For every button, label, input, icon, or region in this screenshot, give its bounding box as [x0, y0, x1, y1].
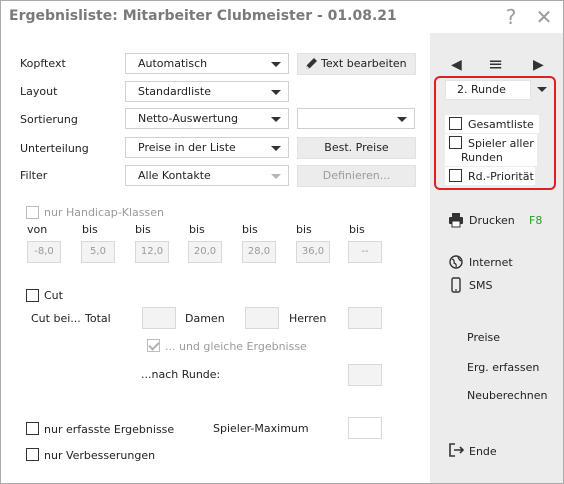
globe-icon	[449, 255, 463, 269]
nach-runde-field[interactable]	[348, 364, 382, 386]
best-preise-button[interactable]: Best. Preise	[297, 137, 416, 159]
cut-damen-field[interactable]	[245, 307, 279, 329]
close-button[interactable]: ✕	[531, 4, 557, 30]
hcp-header: von	[27, 223, 48, 236]
gleiche-ergebnisse-label: ... und gleiche Ergebnisse	[165, 340, 307, 353]
spieler-aller-label: Spieler aller	[468, 137, 534, 150]
pencil-icon	[306, 58, 317, 69]
cut-damen-label: Damen	[185, 312, 225, 325]
mobile-phone-icon	[451, 277, 461, 293]
spieler-maximum-label: Spieler-Maximum	[213, 422, 309, 435]
runde-value: 2. Runde	[457, 83, 506, 96]
hcp-header: bis	[242, 223, 258, 236]
neuberechnen-button[interactable]: Neuberechnen	[467, 389, 548, 402]
layout-label: Layout	[20, 85, 58, 98]
cut-checkbox[interactable]	[26, 289, 39, 302]
drucken-button[interactable]: Drucken	[469, 214, 515, 227]
menu-icon[interactable]: ≡	[488, 54, 503, 75]
chevron-down-icon	[271, 117, 281, 122]
preise-button[interactable]: Preise	[467, 331, 500, 344]
kopftext-label: Kopftext	[20, 57, 66, 70]
nur-verbesserungen-label: nur Verbesserungen	[44, 449, 156, 462]
sortierung-label: Sortierung	[20, 113, 78, 126]
cut-herren-label: Herren	[289, 312, 327, 325]
internet-button[interactable]: Internet	[469, 256, 513, 269]
kopftext-value: Automatisch	[138, 57, 208, 70]
chevron-down-icon	[271, 174, 281, 179]
gesamtliste-label: Gesamtliste	[468, 118, 534, 131]
hcp-value-field[interactable]: 28,0	[242, 241, 276, 263]
hcp-header: bis	[135, 223, 151, 236]
rd-prioritaet-label: Rd.-Priorität	[468, 170, 534, 183]
printer-icon	[449, 213, 463, 228]
hcp-value-field[interactable]: --	[348, 241, 382, 263]
gesamtliste-checkbox[interactable]	[449, 117, 462, 130]
chevron-down-icon	[271, 90, 281, 95]
prev-arrow-icon[interactable]: ◀	[451, 57, 462, 73]
chevron-down-icon	[397, 117, 407, 122]
hcp-value-field[interactable]: 5,0	[81, 241, 115, 263]
handicap-label: nur Handicap-Klassen	[44, 206, 164, 219]
rd-prioritaet-checkbox[interactable]	[449, 169, 462, 182]
hcp-header: bis	[189, 223, 205, 236]
kopftext-select[interactable]: Automatisch	[125, 53, 289, 74]
spieler-aller-runden-checkbox[interactable]	[449, 136, 462, 149]
sortierung-value: Netto-Auswertung	[138, 112, 239, 125]
cut-herren-field[interactable]	[348, 307, 382, 329]
hcp-header: bis	[296, 223, 312, 236]
gleiche-ergebnisse-checkbox[interactable]	[147, 339, 160, 352]
chevron-down-icon	[537, 87, 547, 92]
sortierung-secondary-select[interactable]	[297, 108, 415, 129]
chevron-down-icon	[271, 62, 281, 67]
unterteilung-value: Preise in der Liste	[138, 141, 236, 154]
exit-icon	[449, 443, 465, 457]
nur-erfasste-checkbox[interactable]	[26, 422, 39, 435]
cut-total-field[interactable]	[142, 307, 176, 329]
nach-runde-label: ...nach Runde:	[141, 368, 221, 381]
spieler-aller-label-2: Runden	[461, 151, 503, 164]
hcp-value-field[interactable]: 12,0	[135, 241, 169, 263]
window-title: Ergebnisliste: Mitarbeiter Clubmeister -…	[9, 8, 397, 24]
dialog-window: Ergebnisliste: Mitarbeiter Clubmeister -…	[0, 0, 564, 484]
ende-button[interactable]: Ende	[469, 445, 497, 458]
help-button[interactable]: ?	[498, 4, 524, 30]
drucken-shortcut: F8	[529, 214, 543, 227]
runde-select[interactable]: 2. Runde	[445, 80, 549, 100]
definieren-button[interactable]: Definieren...	[297, 165, 416, 187]
unterteilung-select[interactable]: Preise in der Liste	[125, 137, 289, 158]
filter-select[interactable]: Alle Kontakte	[125, 165, 289, 186]
text-bearbeiten-label: Text bearbeiten	[321, 57, 407, 70]
spieler-maximum-field[interactable]	[348, 417, 382, 439]
sortierung-select[interactable]: Netto-Auswertung	[125, 108, 289, 129]
unterteilung-label: Unterteilung	[20, 142, 89, 155]
cut-total-label: Total	[85, 312, 111, 325]
handicap-checkbox[interactable]	[26, 206, 39, 219]
chevron-down-icon	[271, 146, 281, 151]
cut-label: Cut	[44, 289, 63, 302]
settings-panel: Kopftext Automatisch Text bearbeiten Lay…	[1, 33, 430, 483]
sms-button[interactable]: SMS	[469, 279, 492, 292]
layout-select[interactable]: Standardliste	[125, 81, 289, 102]
hcp-header: bis	[82, 223, 98, 236]
next-arrow-icon[interactable]: ▶	[533, 57, 544, 73]
erg-erfassen-button[interactable]: Erg. erfassen	[467, 361, 539, 374]
filter-value: Alle Kontakte	[138, 169, 211, 182]
text-bearbeiten-button[interactable]: Text bearbeiten	[297, 53, 416, 75]
nur-verbesserungen-checkbox[interactable]	[26, 448, 39, 461]
hcp-value-field[interactable]: 20,0	[188, 241, 222, 263]
hcp-value-field[interactable]: 36,0	[296, 241, 330, 263]
cut-bei-label: Cut bei...	[31, 312, 81, 325]
hcp-header: bis	[349, 223, 365, 236]
nur-erfasste-label: nur erfasste Ergebnisse	[44, 423, 175, 436]
layout-value: Standardliste	[138, 85, 211, 98]
filter-label: Filter	[20, 169, 48, 182]
hcp-value-field[interactable]: -8,0	[27, 241, 61, 263]
title-bar: Ergebnisliste: Mitarbeiter Clubmeister -…	[1, 1, 563, 33]
